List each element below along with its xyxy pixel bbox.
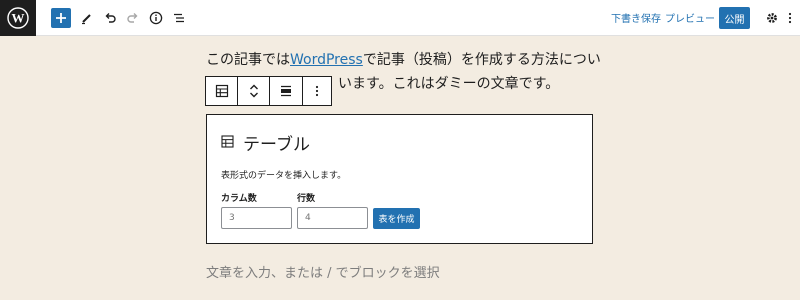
wordpress-logo-icon[interactable]: W <box>0 0 36 36</box>
rows-label: 行数 <box>297 194 316 204</box>
columns-label: カラム数 <box>221 194 257 204</box>
options-button[interactable] <box>780 8 800 28</box>
settings-button[interactable] <box>762 8 782 28</box>
block-options-button[interactable] <box>303 77 331 105</box>
block-placeholder[interactable]: 文章を入力、または / でブロックを選択 <box>206 262 440 281</box>
more-vertical-icon <box>315 85 318 97</box>
create-table-button[interactable]: 表を作成 <box>373 208 420 229</box>
undo-icon <box>105 13 116 23</box>
table-block-placeholder: テーブル 表形式のデータを挿入します。 カラム数 行数 3 4 表を作成 <box>206 114 593 244</box>
table-block-title: テーブル <box>243 135 310 155</box>
wordpress-link[interactable]: WordPress <box>290 52 363 68</box>
paragraph-text: で記事（投稿）を作成する方法につい <box>362 52 601 68</box>
tools-button[interactable] <box>77 8 97 28</box>
block-type-button[interactable] <box>206 77 239 105</box>
align-center-icon <box>281 85 292 97</box>
add-block-button[interactable] <box>51 8 71 28</box>
columns-input[interactable]: 3 <box>221 207 292 229</box>
gear-icon <box>767 13 777 23</box>
undo-button[interactable] <box>100 8 120 28</box>
more-vertical-icon <box>788 12 792 24</box>
svg-text:W: W <box>12 11 25 26</box>
paragraph-line-1[interactable]: この記事ではWordPressで記事（投稿）を作成する方法につい <box>206 49 601 71</box>
save-draft-button[interactable]: 下書き保存 <box>611 10 661 25</box>
redo-icon <box>127 13 138 23</box>
list-view-button[interactable] <box>169 8 189 28</box>
align-button[interactable] <box>270 77 303 105</box>
table-icon <box>221 135 234 148</box>
plus-icon <box>56 13 66 23</box>
chevron-up-down-icon <box>249 84 258 98</box>
table-block-description: 表形式のデータを挿入します。 <box>221 171 347 181</box>
publish-button[interactable]: 公開 <box>719 7 750 29</box>
info-icon <box>149 11 163 25</box>
rows-input[interactable]: 4 <box>297 207 368 229</box>
preview-button[interactable]: プレビュー <box>665 10 715 25</box>
paragraph-line-2[interactable]: います。これはダミーの文章です。 <box>338 73 559 95</box>
move-block-button[interactable] <box>238 77 271 105</box>
table-icon <box>215 84 228 98</box>
redo-button[interactable] <box>123 8 143 28</box>
list-view-icon <box>174 13 184 23</box>
pencil-icon <box>82 14 91 25</box>
block-toolbar <box>205 76 332 106</box>
paragraph-text: この記事では <box>206 52 290 68</box>
editor-top-bar: W 下書き保存 プレビュー 公開 <box>0 0 800 36</box>
details-button[interactable] <box>146 8 166 28</box>
